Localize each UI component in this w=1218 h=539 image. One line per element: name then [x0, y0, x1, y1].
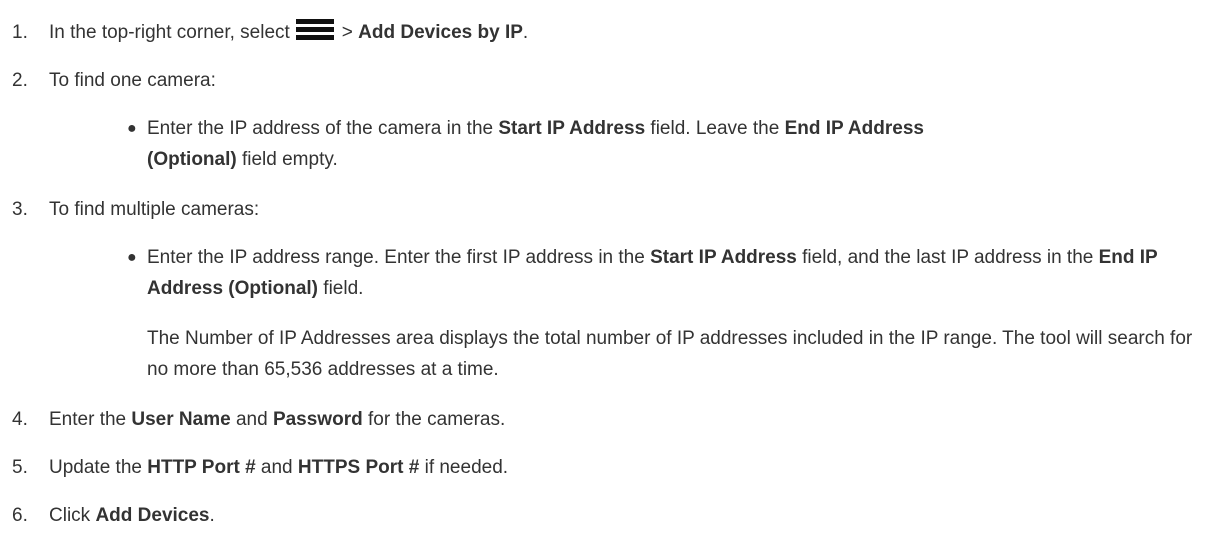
step-number: 3.	[12, 199, 28, 220]
step-number: 4.	[12, 409, 28, 430]
bullet-icon: ●	[127, 249, 137, 266]
step-text: To find one camera:	[49, 70, 216, 91]
bullet-text: Enter the IP address of the camera in th…	[147, 118, 924, 170]
step-text: Click Add Devices.	[49, 505, 215, 526]
bullet-text: Enter the IP address range. Enter the fi…	[147, 247, 1158, 299]
step-text: In the top-right corner, select > Add Dev…	[49, 17, 528, 48]
step-number: 6.	[12, 505, 28, 526]
hamburger-menu-icon	[295, 19, 334, 41]
step-number: 5.	[12, 457, 28, 478]
step-number: 1.	[12, 22, 28, 43]
note-paragraph: The Number of IP Addresses area displays…	[147, 328, 1193, 380]
step-text: Enter the User Name and Password for the…	[49, 409, 506, 430]
step-text: Update the HTTP Port # and HTTPS Port # …	[49, 457, 509, 478]
menu-item-add-devices-by-ip: Add Devices by IP	[358, 22, 523, 43]
step-number: 2.	[12, 70, 28, 91]
step-text: To find multiple cameras:	[49, 199, 260, 220]
bullet-icon: ●	[127, 120, 137, 137]
